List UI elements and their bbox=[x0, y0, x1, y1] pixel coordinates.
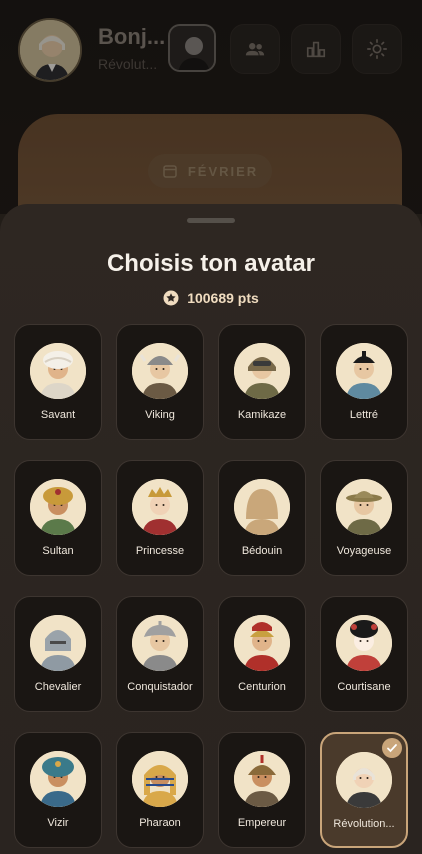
character-portrait-icon bbox=[336, 615, 392, 671]
avatar-label: Savant bbox=[40, 409, 76, 421]
character-portrait-icon bbox=[234, 479, 290, 535]
avatar-portrait bbox=[132, 615, 188, 671]
avatar-tile[interactable]: Centurion bbox=[218, 596, 306, 712]
avatar-label: Bédouin bbox=[241, 545, 283, 557]
character-portrait-icon bbox=[30, 479, 86, 535]
avatar-portrait bbox=[336, 479, 392, 535]
avatar-tile[interactable]: Princesse bbox=[116, 460, 204, 576]
avatar-tile[interactable]: Voyageuse bbox=[320, 460, 408, 576]
avatar-grid: Savant Viking Kamikaze Lettré Sultan Pri… bbox=[14, 324, 408, 848]
avatar-tile[interactable]: Sultan bbox=[14, 460, 102, 576]
avatar-portrait bbox=[336, 343, 392, 399]
avatar-label: Conquistador bbox=[127, 681, 193, 693]
avatar-tile[interactable]: Chevalier bbox=[14, 596, 102, 712]
character-portrait-icon bbox=[132, 343, 188, 399]
avatar-grid-scroll[interactable]: Savant Viking Kamikaze Lettré Sultan Pri… bbox=[0, 324, 422, 854]
points-value: 100689 pts bbox=[187, 290, 259, 306]
avatar-tile[interactable]: Kamikaze bbox=[218, 324, 306, 440]
avatar-label: Vizir bbox=[47, 817, 69, 829]
avatar-tile[interactable]: Lettré bbox=[320, 324, 408, 440]
avatar-label: Courtisane bbox=[337, 681, 391, 693]
character-portrait-icon bbox=[336, 343, 392, 399]
points-display: 100689 pts bbox=[0, 290, 422, 306]
character-portrait-icon bbox=[234, 751, 290, 807]
selected-check-badge bbox=[382, 738, 402, 758]
avatar-label: Chevalier bbox=[34, 681, 82, 693]
avatar-tile[interactable]: Viking bbox=[116, 324, 204, 440]
avatar-label: Pharaon bbox=[139, 817, 181, 829]
avatar-label: Voyageuse bbox=[336, 545, 392, 557]
star-coin-icon bbox=[163, 290, 179, 306]
character-portrait-icon bbox=[234, 615, 290, 671]
character-portrait-icon bbox=[30, 751, 86, 807]
avatar-tile[interactable]: Bédouin bbox=[218, 460, 306, 576]
avatar-label: Révolution... bbox=[333, 818, 395, 830]
avatar-portrait bbox=[336, 752, 392, 808]
avatar-tile[interactable]: Courtisane bbox=[320, 596, 408, 712]
avatar-label: Sultan bbox=[42, 545, 74, 557]
avatar-portrait bbox=[30, 751, 86, 807]
avatar-label: Kamikaze bbox=[237, 409, 287, 421]
avatar-portrait bbox=[30, 615, 86, 671]
avatar-portrait bbox=[30, 479, 86, 535]
character-portrait-icon bbox=[336, 479, 392, 535]
character-portrait-icon bbox=[132, 751, 188, 807]
avatar-tile[interactable]: Empereur bbox=[218, 732, 306, 848]
sheet-drag-handle[interactable] bbox=[187, 218, 235, 223]
avatar-portrait bbox=[132, 343, 188, 399]
avatar-tile[interactable]: Révolution... bbox=[320, 732, 408, 848]
avatar-portrait bbox=[132, 479, 188, 535]
character-portrait-icon bbox=[30, 343, 86, 399]
avatar-portrait bbox=[132, 751, 188, 807]
character-portrait-icon bbox=[132, 615, 188, 671]
avatar-tile[interactable]: Savant bbox=[14, 324, 102, 440]
scrim bbox=[0, 0, 422, 214]
avatar-tile[interactable]: Conquistador bbox=[116, 596, 204, 712]
avatar-tile[interactable]: Pharaon bbox=[116, 732, 204, 848]
character-portrait-icon bbox=[234, 343, 290, 399]
avatar-portrait bbox=[234, 343, 290, 399]
avatar-label: Centurion bbox=[238, 681, 286, 693]
checkmark-icon bbox=[387, 744, 397, 753]
avatar-label: Lettré bbox=[349, 409, 379, 421]
avatar-label: Viking bbox=[145, 409, 175, 421]
avatar-portrait bbox=[30, 343, 86, 399]
character-portrait-icon bbox=[336, 752, 392, 808]
avatar-tile[interactable]: Vizir bbox=[14, 732, 102, 848]
character-portrait-icon bbox=[132, 479, 188, 535]
avatar-portrait bbox=[234, 615, 290, 671]
avatar-label: Princesse bbox=[135, 545, 185, 557]
character-portrait-icon bbox=[30, 615, 86, 671]
avatar-portrait bbox=[234, 479, 290, 535]
avatar-label: Empereur bbox=[237, 817, 287, 829]
avatar-portrait bbox=[234, 751, 290, 807]
avatar-picker-sheet: Choisis ton avatar 100689 pts Savant Vik… bbox=[0, 204, 422, 854]
avatar-portrait bbox=[336, 615, 392, 671]
sheet-title: Choisis ton avatar bbox=[106, 250, 316, 277]
